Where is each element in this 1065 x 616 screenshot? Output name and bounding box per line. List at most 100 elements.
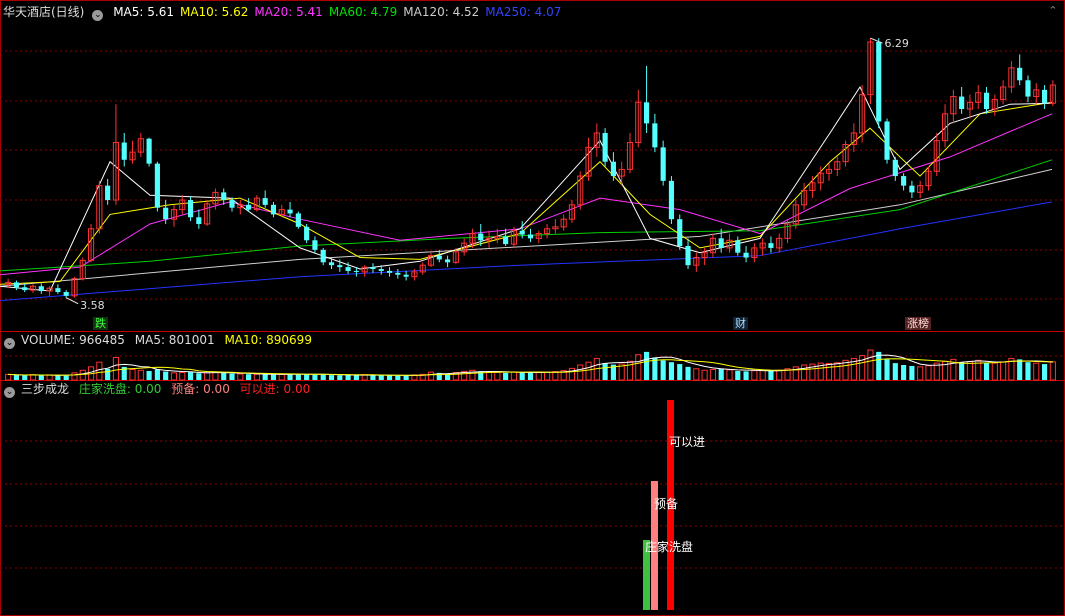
candle-body xyxy=(320,249,326,263)
volume-bar xyxy=(1000,361,1007,381)
candle-body xyxy=(295,213,301,227)
volume-bar xyxy=(13,375,20,380)
ma-legend-item: MA10: 5.62 xyxy=(179,5,249,19)
candle-body xyxy=(345,267,351,271)
volume-bar xyxy=(170,372,178,381)
volume-bar xyxy=(304,374,310,380)
volume-bar xyxy=(485,371,493,381)
candle-body xyxy=(983,92,990,110)
candle-body xyxy=(1041,89,1048,104)
volume-bar xyxy=(196,373,202,380)
candle-body xyxy=(602,132,608,162)
ma-legend-item: MA250: 4.07 xyxy=(485,5,562,19)
volume-bar xyxy=(5,373,12,381)
volume-bar xyxy=(585,361,592,381)
candle-body xyxy=(229,200,235,208)
candle-body xyxy=(38,286,44,292)
candle-body xyxy=(63,292,69,296)
candle-body xyxy=(768,243,774,248)
volume-bar xyxy=(917,366,924,381)
volume-bar xyxy=(29,374,37,381)
volume-bar xyxy=(901,365,907,380)
volume-bar xyxy=(1033,362,1040,381)
candle-body xyxy=(519,230,525,235)
volume-bar xyxy=(544,371,551,381)
volume-bar xyxy=(834,362,841,381)
volume-bar xyxy=(759,369,766,381)
volume-bar xyxy=(163,371,169,380)
candle-body xyxy=(718,238,724,248)
volume-bar xyxy=(668,362,675,380)
volume-bar xyxy=(677,364,683,380)
volume-bar xyxy=(693,368,700,381)
volume-bar xyxy=(179,372,186,381)
volume-bar xyxy=(552,371,559,381)
volume-bar xyxy=(909,365,915,380)
volume-bar xyxy=(867,349,874,381)
candle-body xyxy=(187,200,194,218)
candle-body xyxy=(221,192,227,201)
volume-bar xyxy=(378,375,384,380)
volume-bar xyxy=(644,351,650,380)
volume-bar xyxy=(55,375,61,380)
candle-body xyxy=(445,259,451,263)
tag-die[interactable]: 跌 xyxy=(93,317,108,330)
volume-bar xyxy=(568,367,576,381)
volume-bar xyxy=(1049,361,1056,381)
volume-bar xyxy=(743,371,749,380)
indicator-name: 三步成龙 xyxy=(21,382,70,396)
volume-bar xyxy=(137,369,144,381)
main-header: 华天酒店(日线) ⌄ MA5: 5.61 MA10: 5.62 MA20: 5.41 M… xyxy=(0,4,573,21)
candle-body xyxy=(959,96,965,110)
candle-body xyxy=(163,207,169,220)
volume-bar xyxy=(503,372,509,380)
volume-bar xyxy=(146,371,152,380)
volume-ma5: MA5: 801001 xyxy=(134,333,215,347)
settings-toggle-icon[interactable]: ⌄ xyxy=(92,10,104,21)
volume-toggle-icon[interactable]: ⌄ xyxy=(4,338,15,349)
tag-cai[interactable]: 财 xyxy=(733,317,748,330)
volume-bar xyxy=(237,373,244,381)
volume-bar xyxy=(370,375,376,380)
candle-body xyxy=(328,262,335,266)
close-icon[interactable]: ⌃ xyxy=(1047,5,1059,17)
candle-body xyxy=(677,219,683,247)
volume-bar xyxy=(983,362,990,380)
volume-bar xyxy=(221,372,227,380)
indicator-header: ⌄ 三步成龙 庄家洗盘: 0.00 预备: 0.00 可以进: 0.00 xyxy=(0,381,316,398)
candle-body xyxy=(1017,67,1023,81)
volume-bar xyxy=(46,374,53,381)
volume-bar xyxy=(204,372,211,381)
volume-bar xyxy=(577,364,584,381)
volume-bar xyxy=(635,354,642,381)
candle-body xyxy=(262,198,268,205)
indicator-stat-1: 庄家洗盘: 0.00 xyxy=(78,382,162,396)
volume-bar xyxy=(71,372,78,381)
signal-bar-label: 预备 xyxy=(654,497,678,511)
candle-body xyxy=(55,288,61,293)
candle-body xyxy=(13,282,20,288)
volume-bar xyxy=(246,374,252,380)
volume-bar xyxy=(38,375,44,380)
volume-bar xyxy=(229,373,235,380)
volume-bar xyxy=(494,372,501,381)
tag-bang[interactable]: 涨榜 xyxy=(905,317,931,330)
candle-body xyxy=(743,252,749,258)
candle-body xyxy=(287,209,293,214)
candle-body xyxy=(909,185,915,193)
candle-body xyxy=(652,123,658,148)
indicator-toggle-icon[interactable]: ⌄ xyxy=(4,387,15,398)
candle-body xyxy=(395,272,401,275)
volume-bar xyxy=(79,369,86,381)
volume-bar xyxy=(270,374,277,380)
ma-legend-item: MA20: 5.41 xyxy=(254,5,323,19)
volume-bar xyxy=(718,368,724,380)
volume-bar xyxy=(386,375,393,380)
candle-body xyxy=(436,255,442,260)
volume-bar xyxy=(112,357,120,381)
candle-body xyxy=(378,269,384,271)
volume-bar xyxy=(660,360,666,380)
volume-bar xyxy=(187,372,194,380)
volume-bar xyxy=(884,359,890,380)
volume-bar xyxy=(892,363,898,380)
